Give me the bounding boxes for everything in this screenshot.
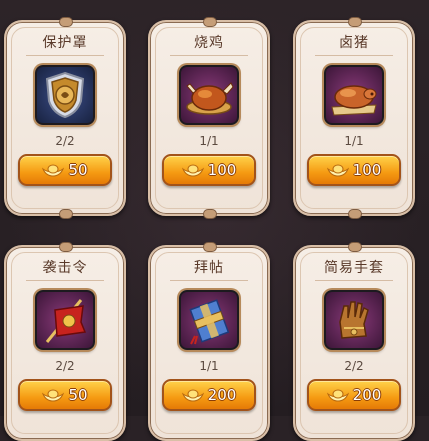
buy-button[interactable]: 200 (307, 379, 401, 411)
buy-button[interactable]: 100 (307, 154, 401, 186)
raid-flag-icon[interactable] (35, 290, 95, 350)
item-count: 1/1 (199, 134, 219, 148)
item-name: 烧鸡 (194, 35, 224, 51)
card-ornament (348, 17, 362, 27)
gold-ingot-icon (42, 388, 65, 403)
divider (26, 55, 104, 56)
shop-item-raid-flag: 袭击令 2/2 50 (4, 242, 126, 441)
shop-item-glove: 简易手套 2/2 200 (293, 242, 415, 441)
price-label: 50 (68, 386, 88, 404)
price-label: 50 (68, 161, 88, 179)
gold-ingot-icon (42, 163, 65, 178)
buy-button[interactable]: 50 (18, 379, 112, 411)
price-label: 100 (352, 161, 382, 179)
card-ornament (59, 17, 73, 27)
roast-chicken-icon[interactable] (179, 65, 239, 125)
item-count: 1/1 (344, 134, 364, 148)
card-ornament (59, 209, 73, 219)
item-name: 保护罩 (42, 35, 88, 51)
item-count: 2/2 (55, 134, 75, 148)
buy-button[interactable]: 100 (162, 154, 256, 186)
buy-button[interactable]: 50 (18, 154, 112, 186)
divider (315, 280, 393, 281)
gold-ingot-icon (181, 388, 204, 403)
item-name: 卤猪 (339, 35, 369, 51)
item-name: 拜帖 (194, 260, 224, 276)
price-label: 200 (207, 386, 237, 404)
item-count: 2/2 (55, 359, 75, 373)
shop-item-shield: 保护罩 2/2 50 (4, 17, 126, 219)
invitation-card-icon[interactable] (179, 290, 239, 350)
item-count: 1/1 (199, 359, 219, 373)
divider (170, 280, 248, 281)
shop-item-roast-chicken: 烧鸡 1/1 100 (148, 17, 270, 219)
shop-item-invitation: 拜帖 1/1 200 (148, 242, 270, 441)
glove-icon[interactable] (324, 290, 384, 350)
price-label: 200 (352, 386, 382, 404)
gold-ingot-icon (326, 163, 349, 178)
divider (315, 55, 393, 56)
item-name: 简易手套 (324, 260, 384, 276)
gold-ingot-icon (326, 388, 349, 403)
braised-pig-icon[interactable] (324, 65, 384, 125)
shield-icon[interactable] (35, 65, 95, 125)
divider (26, 280, 104, 281)
card-ornament (348, 242, 362, 252)
item-name: 袭击令 (42, 260, 88, 276)
shop-item-braised-pig: 卤猪 1/1 100 (293, 17, 415, 219)
gold-ingot-icon (181, 163, 204, 178)
price-label: 100 (207, 161, 237, 179)
buy-button[interactable]: 200 (162, 379, 256, 411)
card-ornament (59, 242, 73, 252)
card-ornament (348, 209, 362, 219)
divider (170, 55, 248, 56)
item-count: 2/2 (344, 359, 364, 373)
card-ornament (203, 209, 217, 219)
card-ornament (203, 242, 217, 252)
card-ornament (203, 17, 217, 27)
